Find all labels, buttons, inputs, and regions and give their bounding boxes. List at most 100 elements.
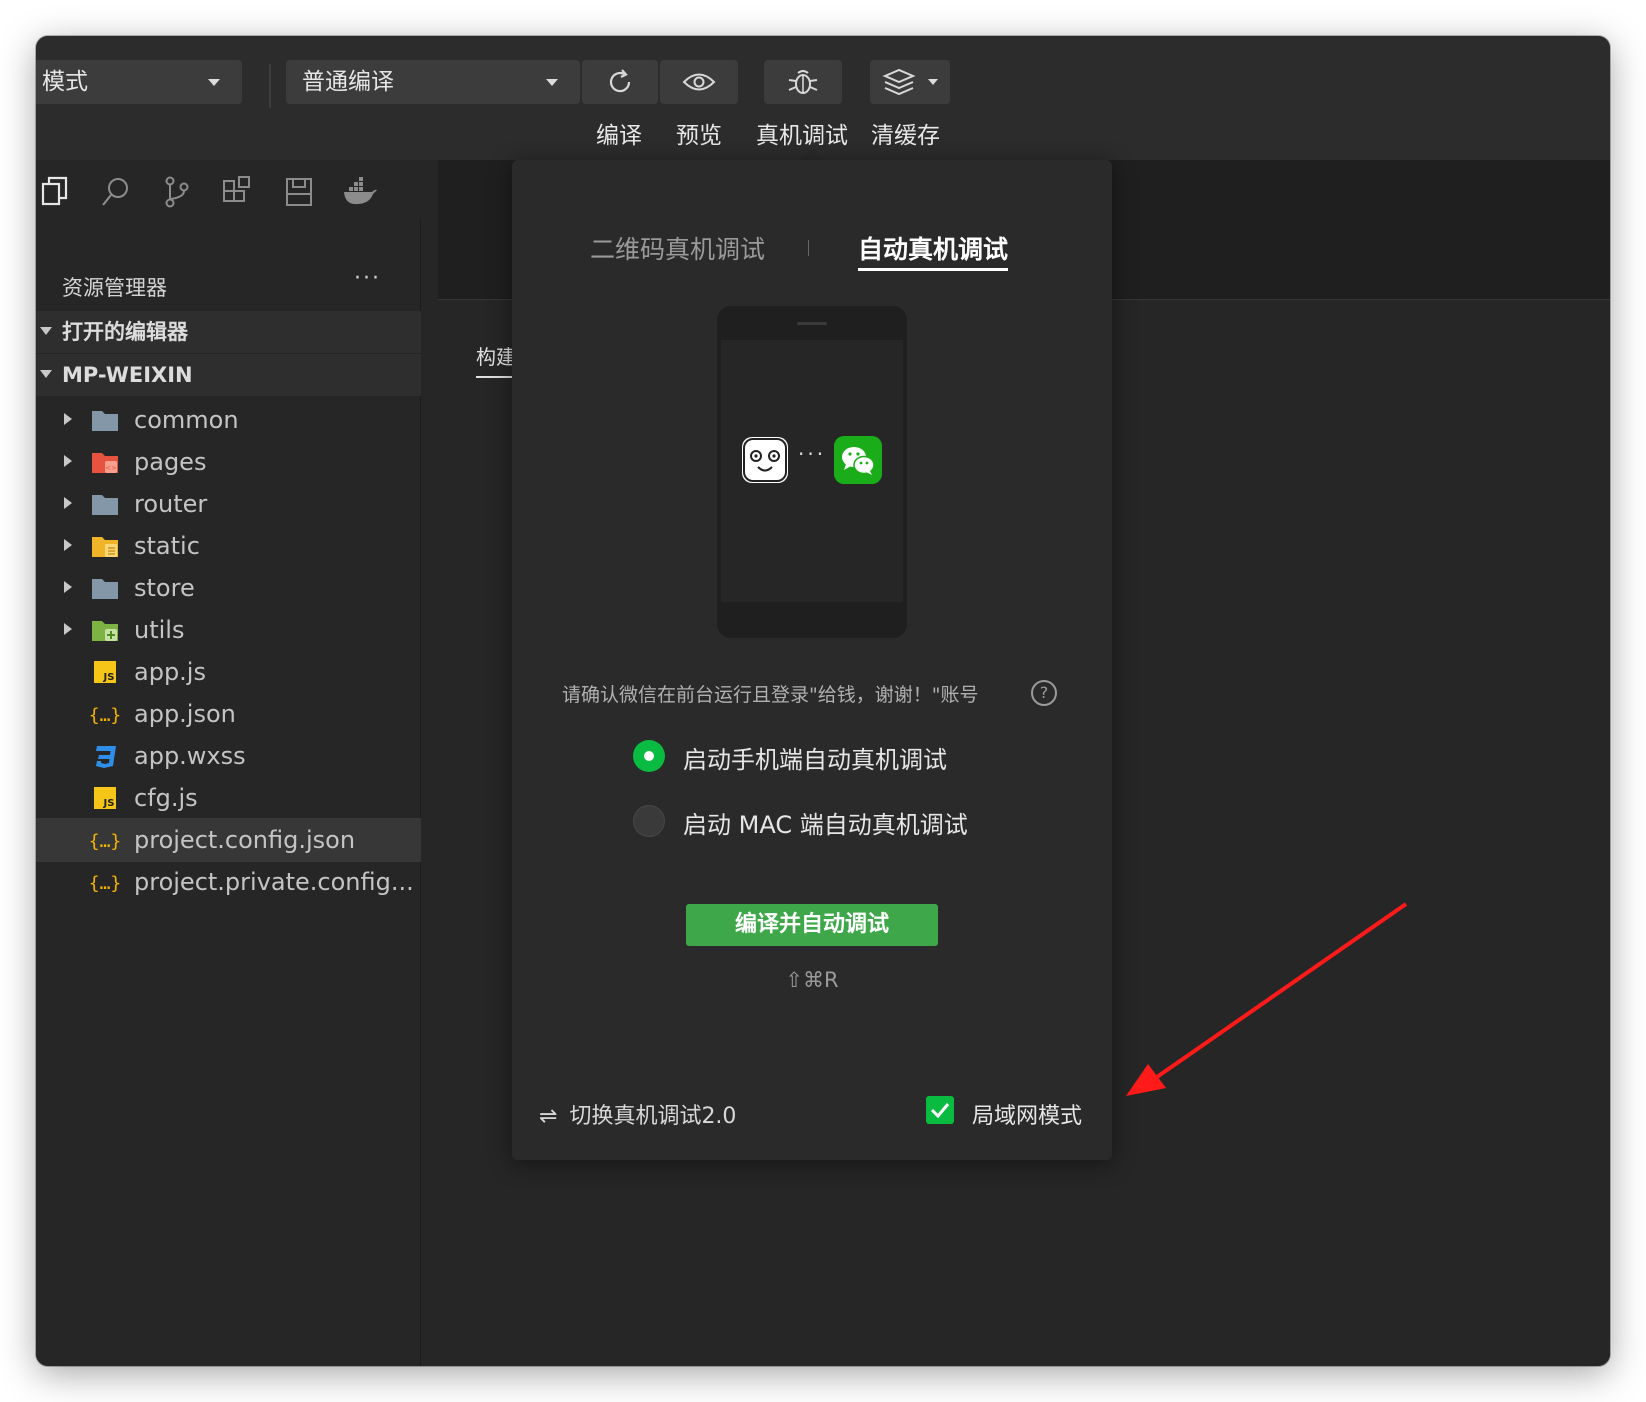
tree-item-utils[interactable]: utils [36, 608, 421, 652]
phone-speaker [797, 322, 827, 325]
switch-debug-2-label: 切换真机调试2.0 [569, 1104, 737, 1129]
folder-pages-icon: <> [92, 453, 118, 473]
build-tab[interactable]: 构建 [476, 341, 512, 370]
active-tab-underline [858, 268, 1008, 271]
chevron-right-icon [64, 413, 72, 425]
connecting-dots: ··· [798, 442, 827, 466]
tree-item-cfg-js[interactable]: JS cfg.js [36, 776, 421, 820]
js-file-icon: JS [94, 661, 116, 683]
chevron-down-icon [40, 370, 52, 378]
folder-static-icon [92, 537, 118, 557]
toolbar: 模式 普通编译 编译 预览 真机调试 清缓存 [36, 36, 1610, 160]
help-icon[interactable]: ? [1031, 680, 1057, 706]
compile-and-auto-debug-button[interactable]: 编译并自动调试 [686, 904, 938, 946]
tab-auto-debug[interactable]: 自动真机调试 [858, 230, 1008, 266]
svg-text:{…}: {…} [90, 705, 120, 726]
svg-text:JS: JS [103, 672, 115, 683]
project-section[interactable]: MP-WEIXIN [36, 354, 421, 396]
tree-item-pages[interactable]: <> pages [36, 440, 421, 484]
files-icon[interactable] [40, 175, 70, 209]
chevron-down-icon [928, 79, 938, 85]
confirm-login-text: 请确认微信在前台运行且登录"给钱，谢谢！"账号 [562, 684, 979, 706]
more-icon[interactable]: ··· [354, 266, 381, 291]
source-control-icon[interactable] [162, 175, 192, 209]
compile-mode-select[interactable]: 普通编译 [286, 60, 580, 104]
chevron-right-icon [64, 623, 72, 635]
json-file-icon: {…} [90, 873, 120, 894]
file-name: static [134, 532, 200, 560]
chevron-down-icon [40, 327, 52, 335]
file-name: router [134, 490, 208, 518]
file-name: project.config.json [134, 826, 356, 854]
file-name: utils [134, 616, 185, 644]
tree-item-static[interactable]: static [36, 524, 421, 568]
tree-item-store[interactable]: store [36, 566, 421, 610]
docker-icon[interactable] [342, 175, 378, 209]
open-editors-section[interactable]: 打开的编辑器 [36, 311, 421, 353]
lan-mode-label[interactable]: 局域网模式 [972, 1098, 1082, 1130]
tree-item-router[interactable]: router [36, 482, 421, 526]
chevron-right-icon [64, 581, 72, 593]
clear-cache-label: 清缓存 [871, 123, 940, 149]
chevron-right-icon [64, 455, 72, 467]
explorer-title: 资源管理器 [62, 276, 167, 300]
json-file-icon: {…} [90, 831, 120, 852]
tree-item-common[interactable]: common [36, 398, 421, 442]
radio-phone-auto-debug[interactable] [633, 740, 665, 772]
compile-button[interactable] [582, 60, 658, 104]
extensions-icon[interactable] [222, 175, 252, 209]
open-editors-label: 打开的编辑器 [62, 320, 188, 344]
file-name: app.js [134, 658, 206, 686]
switch-debug-2-link[interactable]: ⇌ 切换真机调试2.0 [539, 1098, 736, 1130]
refresh-icon [609, 69, 631, 93]
tree-item-project-private-config[interactable]: {…} project.private.config... [36, 860, 421, 904]
file-name: common [134, 406, 239, 434]
radio-mac-auto-debug[interactable] [633, 805, 665, 837]
chevron-down-icon [208, 79, 220, 86]
project-label: MP-WEIXIN [62, 363, 193, 387]
mode-select[interactable]: 模式 [36, 60, 242, 104]
devtools-window: 模式 普通编译 编译 预览 真机调试 清缓存 资源管理器 ··· 打开的编辑器 … [36, 36, 1610, 1366]
svg-text:{…}: {…} [90, 873, 120, 894]
tab-separator [808, 240, 809, 256]
swap-icon: ⇌ [539, 1104, 558, 1129]
storage-icon[interactable] [284, 175, 314, 209]
preview-button[interactable] [660, 60, 738, 104]
annotation-arrow-icon [1126, 902, 1408, 1096]
radio-mac-auto-debug-label[interactable]: 启动 MAC 端自动真机调试 [683, 805, 968, 840]
file-name: store [134, 574, 195, 602]
file-name: app.wxss [134, 742, 246, 770]
compile-label: 编译 [596, 123, 642, 149]
file-name: project.private.config... [134, 868, 414, 896]
search-icon[interactable] [100, 175, 130, 209]
tree-item-app-wxss[interactable]: app.wxss [36, 734, 421, 778]
tree-item-project-config-json[interactable]: {…} project.config.json [36, 818, 421, 862]
file-name: app.json [134, 700, 236, 728]
activity-bar [36, 160, 422, 220]
svg-text:<>: <> [105, 464, 117, 472]
compile-mode-value: 普通编译 [302, 69, 394, 95]
layers-icon [882, 68, 916, 96]
js-file-icon: JS [94, 787, 116, 809]
svg-text:JS: JS [103, 798, 115, 809]
chevron-down-icon [546, 79, 558, 86]
file-name: pages [134, 448, 207, 476]
tree-item-app-json[interactable]: {…} app.json [36, 692, 421, 736]
radio-phone-auto-debug-label[interactable]: 启动手机端自动真机调试 [683, 740, 947, 775]
folder-icon [92, 579, 118, 599]
checkmark-icon [930, 1103, 950, 1119]
lan-mode-checkbox[interactable] [926, 1096, 954, 1124]
devtools-logo-icon [742, 437, 788, 483]
folder-utils-icon [92, 621, 118, 641]
toolbar-divider [269, 64, 271, 108]
remote-debug-label: 真机调试 [756, 123, 848, 149]
css-file-icon [96, 746, 116, 768]
tab-qrcode-debug[interactable]: 二维码真机调试 [590, 230, 765, 266]
tree-item-app-js[interactable]: JS app.js [36, 650, 421, 694]
remote-debug-button[interactable] [764, 60, 842, 104]
preview-label: 预览 [676, 123, 722, 149]
chevron-right-icon [64, 497, 72, 509]
clear-cache-button[interactable] [870, 60, 950, 104]
remote-debug-popup: 二维码真机调试 自动真机调试 ··· 请确认微信在前台运行且登录"给钱，谢谢！"… [512, 160, 1112, 1160]
wechat-icon [834, 436, 882, 484]
